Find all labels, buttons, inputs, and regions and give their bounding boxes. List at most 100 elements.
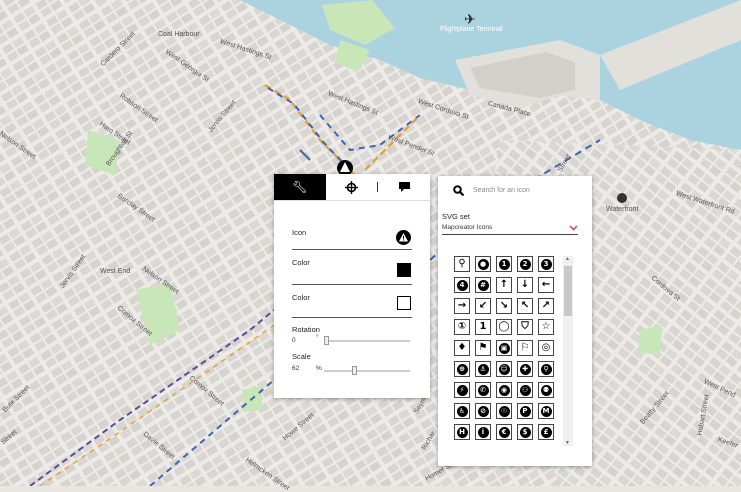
- svg-set-value: Mapcreator Icons: [442, 224, 493, 231]
- icon-option[interactable]: 2: [517, 256, 533, 272]
- search-input[interactable]: Search for an icon: [473, 187, 530, 194]
- pennant-icon: ⚐: [520, 342, 530, 353]
- scale-label: Scale: [292, 352, 311, 361]
- cross-icon: ✚: [519, 363, 531, 375]
- couple-icon: ⚇: [519, 384, 531, 396]
- icon-option[interactable]: P: [517, 403, 533, 419]
- color-swatch-black[interactable]: [397, 263, 411, 277]
- arrow-down-right-icon: ↘: [499, 300, 509, 311]
- scale-row: Scale 62 %: [292, 348, 412, 378]
- euro-icon: €: [498, 426, 510, 438]
- tab-position[interactable]: [326, 174, 378, 200]
- pin-outline-icon: ◯: [498, 321, 510, 332]
- icon-option[interactable]: ⚉: [538, 382, 554, 398]
- icon-label: Icon: [292, 228, 307, 237]
- flag-icon: ⚑: [478, 342, 488, 353]
- icon-option[interactable]: 1: [496, 256, 512, 272]
- icon-option[interactable]: 1: [475, 319, 491, 335]
- scrollbar-thumb[interactable]: [564, 266, 572, 316]
- icon-row: Icon: [292, 201, 412, 250]
- pin-icon: ⚲: [458, 258, 466, 269]
- rotation-unit: °: [316, 334, 319, 341]
- icon-option[interactable]: ☉: [496, 403, 512, 419]
- icon-option[interactable]: ◎: [538, 340, 554, 356]
- icon-option[interactable]: ♿: [454, 403, 470, 419]
- icon-option[interactable]: ◉: [496, 382, 512, 398]
- icon-option[interactable]: 4: [454, 277, 470, 293]
- icon-option[interactable]: ⚲: [538, 361, 554, 377]
- icon-option[interactable]: ↘: [496, 298, 512, 314]
- rotation-row: Rotation 0 °: [292, 318, 412, 348]
- icon-option[interactable]: →: [454, 298, 470, 314]
- icon-option[interactable]: ①: [454, 319, 470, 335]
- smoking-icon: ☉: [498, 405, 510, 417]
- scale-value[interactable]: 62: [292, 365, 299, 372]
- svg-set-select[interactable]: SVG set Mapcreator Icons: [442, 210, 578, 235]
- color-swatch-white[interactable]: [397, 296, 411, 310]
- person-circle-icon: ☺: [498, 363, 510, 375]
- parking-icon: P: [519, 405, 531, 417]
- icon-option[interactable]: H: [454, 424, 470, 440]
- chevron-down-icon[interactable]: [569, 225, 578, 231]
- walking-icon: ⚲: [540, 363, 552, 375]
- arrow-left-icon: ←: [541, 279, 551, 290]
- warning-icon[interactable]: [396, 230, 411, 245]
- icon-option[interactable]: i: [475, 424, 491, 440]
- icon-option[interactable]: ⚓: [475, 361, 491, 377]
- icon-option[interactable]: ↗: [538, 298, 554, 314]
- icon-option[interactable]: 3: [538, 256, 554, 272]
- icon-option[interactable]: ●: [475, 256, 491, 272]
- icon-option[interactable]: ⚐: [517, 340, 533, 356]
- svg-set-label: SVG set: [442, 212, 470, 221]
- icon-option[interactable]: ✚: [517, 361, 533, 377]
- icon-option[interactable]: ⚇: [517, 382, 533, 398]
- color-row-fill: Color: [292, 250, 412, 285]
- tab-label[interactable]: [378, 174, 430, 200]
- icon-option[interactable]: #: [475, 277, 491, 293]
- icon-option[interactable]: ▣: [496, 340, 512, 356]
- no-smoking-icon: ⊘: [477, 405, 489, 417]
- rotation-slider[interactable]: [324, 336, 410, 345]
- rotation-slider-handle[interactable]: [324, 336, 329, 345]
- icon-option[interactable]: ↖: [517, 298, 533, 314]
- icon-option[interactable]: ☆: [538, 319, 554, 335]
- number-1-outline-icon: ①: [457, 321, 467, 332]
- icon-option[interactable]: ←: [538, 277, 554, 293]
- cyclist-icon: ◉: [498, 384, 510, 396]
- icon-option[interactable]: £: [538, 424, 554, 440]
- icon-option[interactable]: ✆: [475, 382, 491, 398]
- target-icon: ◎: [541, 342, 551, 353]
- icon-option[interactable]: €: [496, 424, 512, 440]
- tab-style[interactable]: 🔧︎: [274, 174, 326, 200]
- icon-picker-panel: Search for an icon SVG set Mapcreator Ic…: [438, 176, 592, 466]
- icon-option[interactable]: ◯: [496, 319, 512, 335]
- icon-option[interactable]: ↙: [475, 298, 491, 314]
- running-icon: ⚡: [456, 384, 468, 396]
- map-label: Flightplane Terminal: [440, 26, 503, 33]
- scroll-down-arrow[interactable]: ▼: [565, 440, 570, 446]
- icon-search[interactable]: Search for an icon: [438, 176, 592, 206]
- icon-option[interactable]: ☺: [496, 361, 512, 377]
- icon-grid-scrollbar[interactable]: ▲ ▼: [563, 256, 573, 446]
- flag-square-icon: ▣: [498, 342, 510, 354]
- icon-option[interactable]: ↓: [517, 277, 533, 293]
- icon-option[interactable]: $: [517, 424, 533, 440]
- pound-icon: £: [540, 426, 552, 438]
- icon-option[interactable]: ⚑: [475, 340, 491, 356]
- icon-option[interactable]: ♦: [454, 340, 470, 356]
- scale-slider[interactable]: [324, 366, 410, 375]
- panel-tabs: 🔧︎: [274, 174, 430, 201]
- icon-option[interactable]: ⚲: [454, 256, 470, 272]
- icon-properties-panel: 🔧︎ Icon Color Color Rotation 0 ° Scale 6…: [274, 174, 430, 398]
- arrow-right-icon: →: [457, 300, 467, 311]
- map-label: Waterfront: [606, 206, 639, 213]
- icon-option[interactable]: ⊕: [454, 361, 470, 377]
- rotation-value[interactable]: 0: [292, 337, 296, 344]
- scale-slider-handle[interactable]: [352, 366, 358, 375]
- icon-option[interactable]: ⚡: [454, 382, 470, 398]
- icon-option[interactable]: M: [538, 403, 554, 419]
- icon-option[interactable]: ⛉: [517, 319, 533, 335]
- icon-option[interactable]: ↑: [496, 277, 512, 293]
- scroll-up-arrow[interactable]: ▲: [565, 256, 570, 262]
- icon-option[interactable]: ⊘: [475, 403, 491, 419]
